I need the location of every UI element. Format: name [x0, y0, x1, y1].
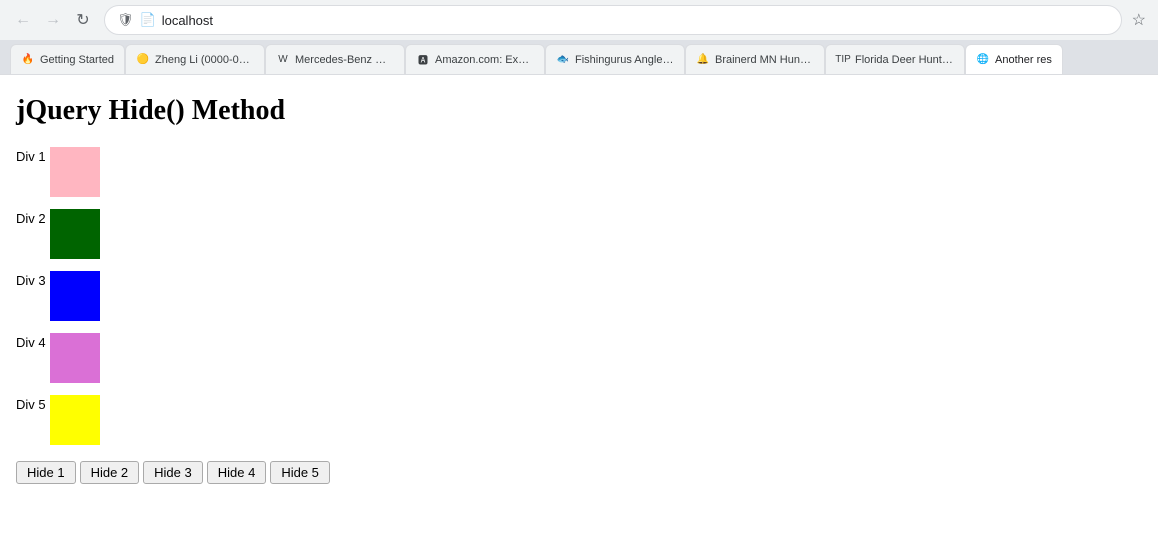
tab-label-amazon: Amazon.com: ExpertP...	[435, 54, 534, 66]
hide-button-hide1[interactable]: Hide 1	[16, 461, 76, 484]
div-block-div1: Div 1	[16, 147, 1142, 197]
address-bar[interactable]: 🛡 📄 localhost	[104, 5, 1122, 35]
color-box-div5	[50, 395, 100, 445]
tab-favicon-mercedes: W	[276, 53, 290, 67]
browser-chrome: ← → ↻ 🛡 📄 localhost ☆ 🔥 Getting Started 🟡 Z…	[0, 0, 1158, 75]
color-box-div2	[50, 209, 100, 259]
tab-label-zheng-li: Zheng Li (0000-0002-3...	[155, 54, 254, 66]
div-label-div3: Div 3	[16, 271, 46, 288]
tab-favicon-amazon: 🅰	[416, 53, 430, 67]
color-box-div4	[50, 333, 100, 383]
div-block-div5: Div 5	[16, 395, 1142, 445]
tab-fishingurus[interactable]: 🐟 Fishingurus Angler's I...	[545, 44, 685, 74]
tab-brainerd[interactable]: 🔔 Brainerd MN Hunting ...	[685, 44, 825, 74]
hide-button-hide2[interactable]: Hide 2	[80, 461, 140, 484]
nav-buttons: ← → ↻	[10, 7, 96, 33]
tab-label-brainerd: Brainerd MN Hunting ...	[715, 54, 814, 66]
hide-button-hide3[interactable]: Hide 3	[143, 461, 203, 484]
tab-amazon[interactable]: 🅰 Amazon.com: ExpertP...	[405, 44, 545, 74]
reload-button[interactable]: ↻	[70, 7, 96, 33]
page-icon: 📄	[140, 12, 156, 28]
tab-favicon-getting-started: 🔥	[21, 53, 35, 67]
tab-mercedes[interactable]: W Mercedes-Benz G-Clas...	[265, 44, 405, 74]
page-content: jQuery Hide() Method Div 1 Div 2 Div 3 D…	[0, 75, 1158, 535]
div-block-div4: Div 4	[16, 333, 1142, 383]
div-block-div2: Div 2	[16, 209, 1142, 259]
hide-button-hide5[interactable]: Hide 5	[270, 461, 330, 484]
buttons-row: Hide 1Hide 2Hide 3Hide 4Hide 5	[16, 461, 1142, 484]
tab-florida[interactable]: TIP Florida Deer Hunting S...	[825, 44, 965, 74]
address-text: localhost	[162, 13, 1109, 28]
bookmark-star-button[interactable]: ☆	[1130, 8, 1148, 32]
security-shield-icon: 🛡	[117, 12, 134, 28]
div-block-div3: Div 3	[16, 271, 1142, 321]
tab-getting-started[interactable]: 🔥 Getting Started	[10, 44, 125, 74]
div-label-div4: Div 4	[16, 333, 46, 350]
tab-another[interactable]: 🌐 Another res	[965, 44, 1063, 74]
div-label-div2: Div 2	[16, 209, 46, 226]
tab-label-florida: Florida Deer Hunting S...	[855, 54, 954, 66]
page-title: jQuery Hide() Method	[16, 95, 1142, 127]
color-box-div3	[50, 271, 100, 321]
tab-favicon-zheng-li: 🟡	[136, 53, 150, 67]
tab-label-another: Another res	[995, 54, 1052, 66]
forward-button[interactable]: →	[40, 7, 66, 33]
divs-container: Div 1 Div 2 Div 3 Div 4 Div 5	[16, 147, 1142, 445]
tab-favicon-brainerd: 🔔	[696, 53, 710, 67]
tab-favicon-fishingurus: 🐟	[556, 53, 570, 67]
tab-label-fishingurus: Fishingurus Angler's I...	[575, 54, 674, 66]
tab-favicon-florida: TIP	[836, 53, 850, 67]
color-box-div1	[50, 147, 100, 197]
hide-button-hide4[interactable]: Hide 4	[207, 461, 267, 484]
tab-favicon-another: 🌐	[976, 53, 990, 67]
tab-label-getting-started: Getting Started	[40, 54, 114, 66]
tabs-bar: 🔥 Getting Started 🟡 Zheng Li (0000-0002-3..…	[0, 40, 1158, 74]
tab-label-mercedes: Mercedes-Benz G-Clas...	[295, 54, 394, 66]
tab-zheng-li[interactable]: 🟡 Zheng Li (0000-0002-3...	[125, 44, 265, 74]
div-label-div5: Div 5	[16, 395, 46, 412]
back-button[interactable]: ←	[10, 7, 36, 33]
div-label-div1: Div 1	[16, 147, 46, 164]
